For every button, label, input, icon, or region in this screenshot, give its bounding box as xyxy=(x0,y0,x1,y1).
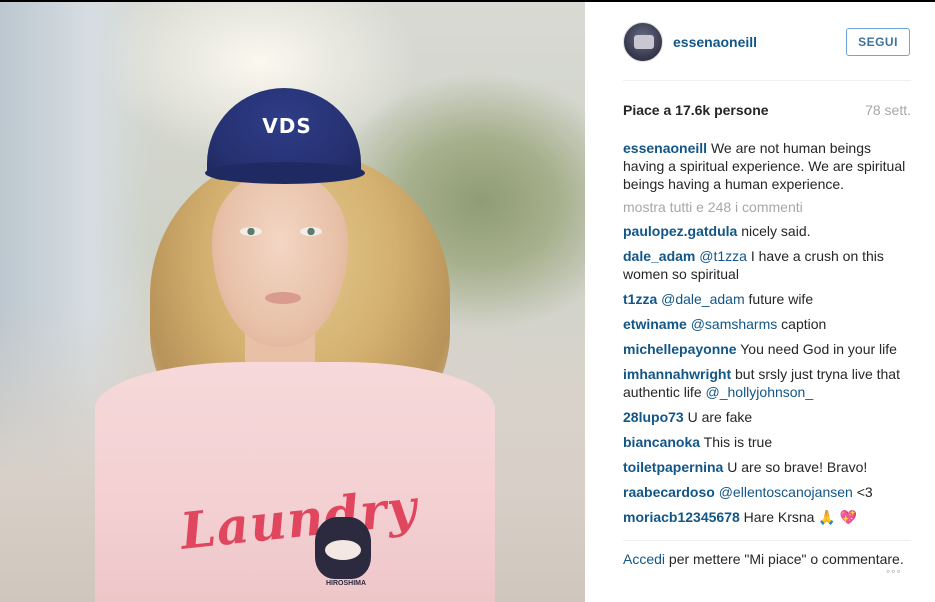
comment-item: imhannahwright but srsly just tryna live… xyxy=(623,365,913,401)
comment-username[interactable]: biancanoka xyxy=(623,434,700,450)
likes-row: Piace a 17.6k persone 78 sett. xyxy=(623,102,911,120)
comment-username[interactable]: dale_adam xyxy=(623,248,695,264)
comment-username[interactable]: paulopez.gatdula xyxy=(623,223,737,239)
comment-text: This is true xyxy=(703,434,773,450)
comment-item: etwiname @samsharms caption xyxy=(623,315,913,333)
comment-username[interactable]: michellepayonne xyxy=(623,341,737,357)
comment-item: paulopez.gatdula nicely said. xyxy=(623,222,913,240)
comment-username[interactable]: t1zza xyxy=(623,291,657,307)
footer-divider xyxy=(623,540,911,541)
comment-text: future wife xyxy=(748,291,814,307)
post-details-panel: essenaoneill SEGUI Piace a 17.6k persone… xyxy=(585,2,935,602)
photo-cap-brim xyxy=(205,162,365,184)
more-options-icon[interactable]: ◦◦◦ xyxy=(886,564,912,578)
instagram-post: VDS Laundry HIROSHIMA essenaoneill SEGUI… xyxy=(0,0,935,602)
comment-username[interactable]: etwiname xyxy=(623,316,687,332)
header-username[interactable]: essenaoneill xyxy=(673,34,757,50)
comment-list[interactable]: essenaoneill We are not human beings hav… xyxy=(623,139,913,537)
photo-mascot-face xyxy=(325,540,361,560)
comment-username[interactable]: toiletpapernina xyxy=(623,459,723,475)
post-header: essenaoneill SEGUI xyxy=(585,2,935,80)
photo-mascot-label: HIROSHIMA xyxy=(325,580,367,587)
avatar[interactable] xyxy=(623,22,663,62)
comment-item: michellepayonne You need God in your lif… xyxy=(623,340,913,358)
comment-item: raabecardoso @ellentoscanojansen <3 xyxy=(623,483,913,501)
login-prompt-text: per mettere "Mi piace" o commentare. xyxy=(668,551,904,567)
follow-button[interactable]: SEGUI xyxy=(846,28,910,56)
likes-count[interactable]: Piace a 17.6k persone xyxy=(623,102,769,118)
photo-shirt xyxy=(95,362,495,602)
photo-cap-logo: VDS xyxy=(262,114,312,138)
comment-text: You need God in your life xyxy=(740,341,897,357)
header-divider xyxy=(623,80,911,81)
comment-mention[interactable]: @t1zza xyxy=(699,248,747,264)
comment-mention[interactable]: @ellentoscanojansen xyxy=(719,484,853,500)
comment-mention[interactable]: @_hollyjohnson_ xyxy=(706,384,814,400)
caption: essenaoneill We are not human beings hav… xyxy=(623,139,913,193)
comment-item: dale_adam @t1zza I have a crush on this … xyxy=(623,247,913,283)
comment-username[interactable]: moriacb12345678 xyxy=(623,509,740,525)
comment-text: U are so brave! Bravo! xyxy=(727,459,868,475)
comment-username[interactable]: imhannahwright xyxy=(623,366,731,382)
post-photo[interactable]: VDS Laundry HIROSHIMA xyxy=(0,2,585,602)
comment-text: <3 xyxy=(856,484,873,500)
comment-item: t1zza @dale_adam future wife xyxy=(623,290,913,308)
login-prompt: Accedi per mettere "Mi piace" o commenta… xyxy=(623,550,911,590)
comment-mention[interactable]: @samsharms xyxy=(691,316,778,332)
comment-text: nicely said. xyxy=(741,223,811,239)
comment-item: moriacb12345678 Hare Krsna 🙏 💖 xyxy=(623,508,913,526)
comment-item: 28lupo73 U are fake xyxy=(623,408,913,426)
photo-eye-left xyxy=(240,227,262,236)
comment-username[interactable]: raabecardoso xyxy=(623,484,715,500)
post-age[interactable]: 78 sett. xyxy=(865,102,911,118)
comment-text: caption xyxy=(781,316,827,332)
photo-lips xyxy=(265,292,301,304)
comment-text: Hare Krsna 🙏 💖 xyxy=(743,509,858,525)
login-link[interactable]: Accedi xyxy=(623,551,665,567)
comment-mention[interactable]: @dale_adam xyxy=(661,291,745,307)
caption-username[interactable]: essenaoneill xyxy=(623,140,707,156)
view-all-comments-link[interactable]: mostra tutti e 248 i commenti xyxy=(623,198,913,216)
comment-item: biancanoka This is true xyxy=(623,433,913,451)
comment-item: toiletpapernina U are so brave! Bravo! xyxy=(623,458,913,476)
comment-username[interactable]: 28lupo73 xyxy=(623,409,684,425)
comment-text: U are fake xyxy=(687,409,753,425)
photo-eye-right xyxy=(300,227,322,236)
